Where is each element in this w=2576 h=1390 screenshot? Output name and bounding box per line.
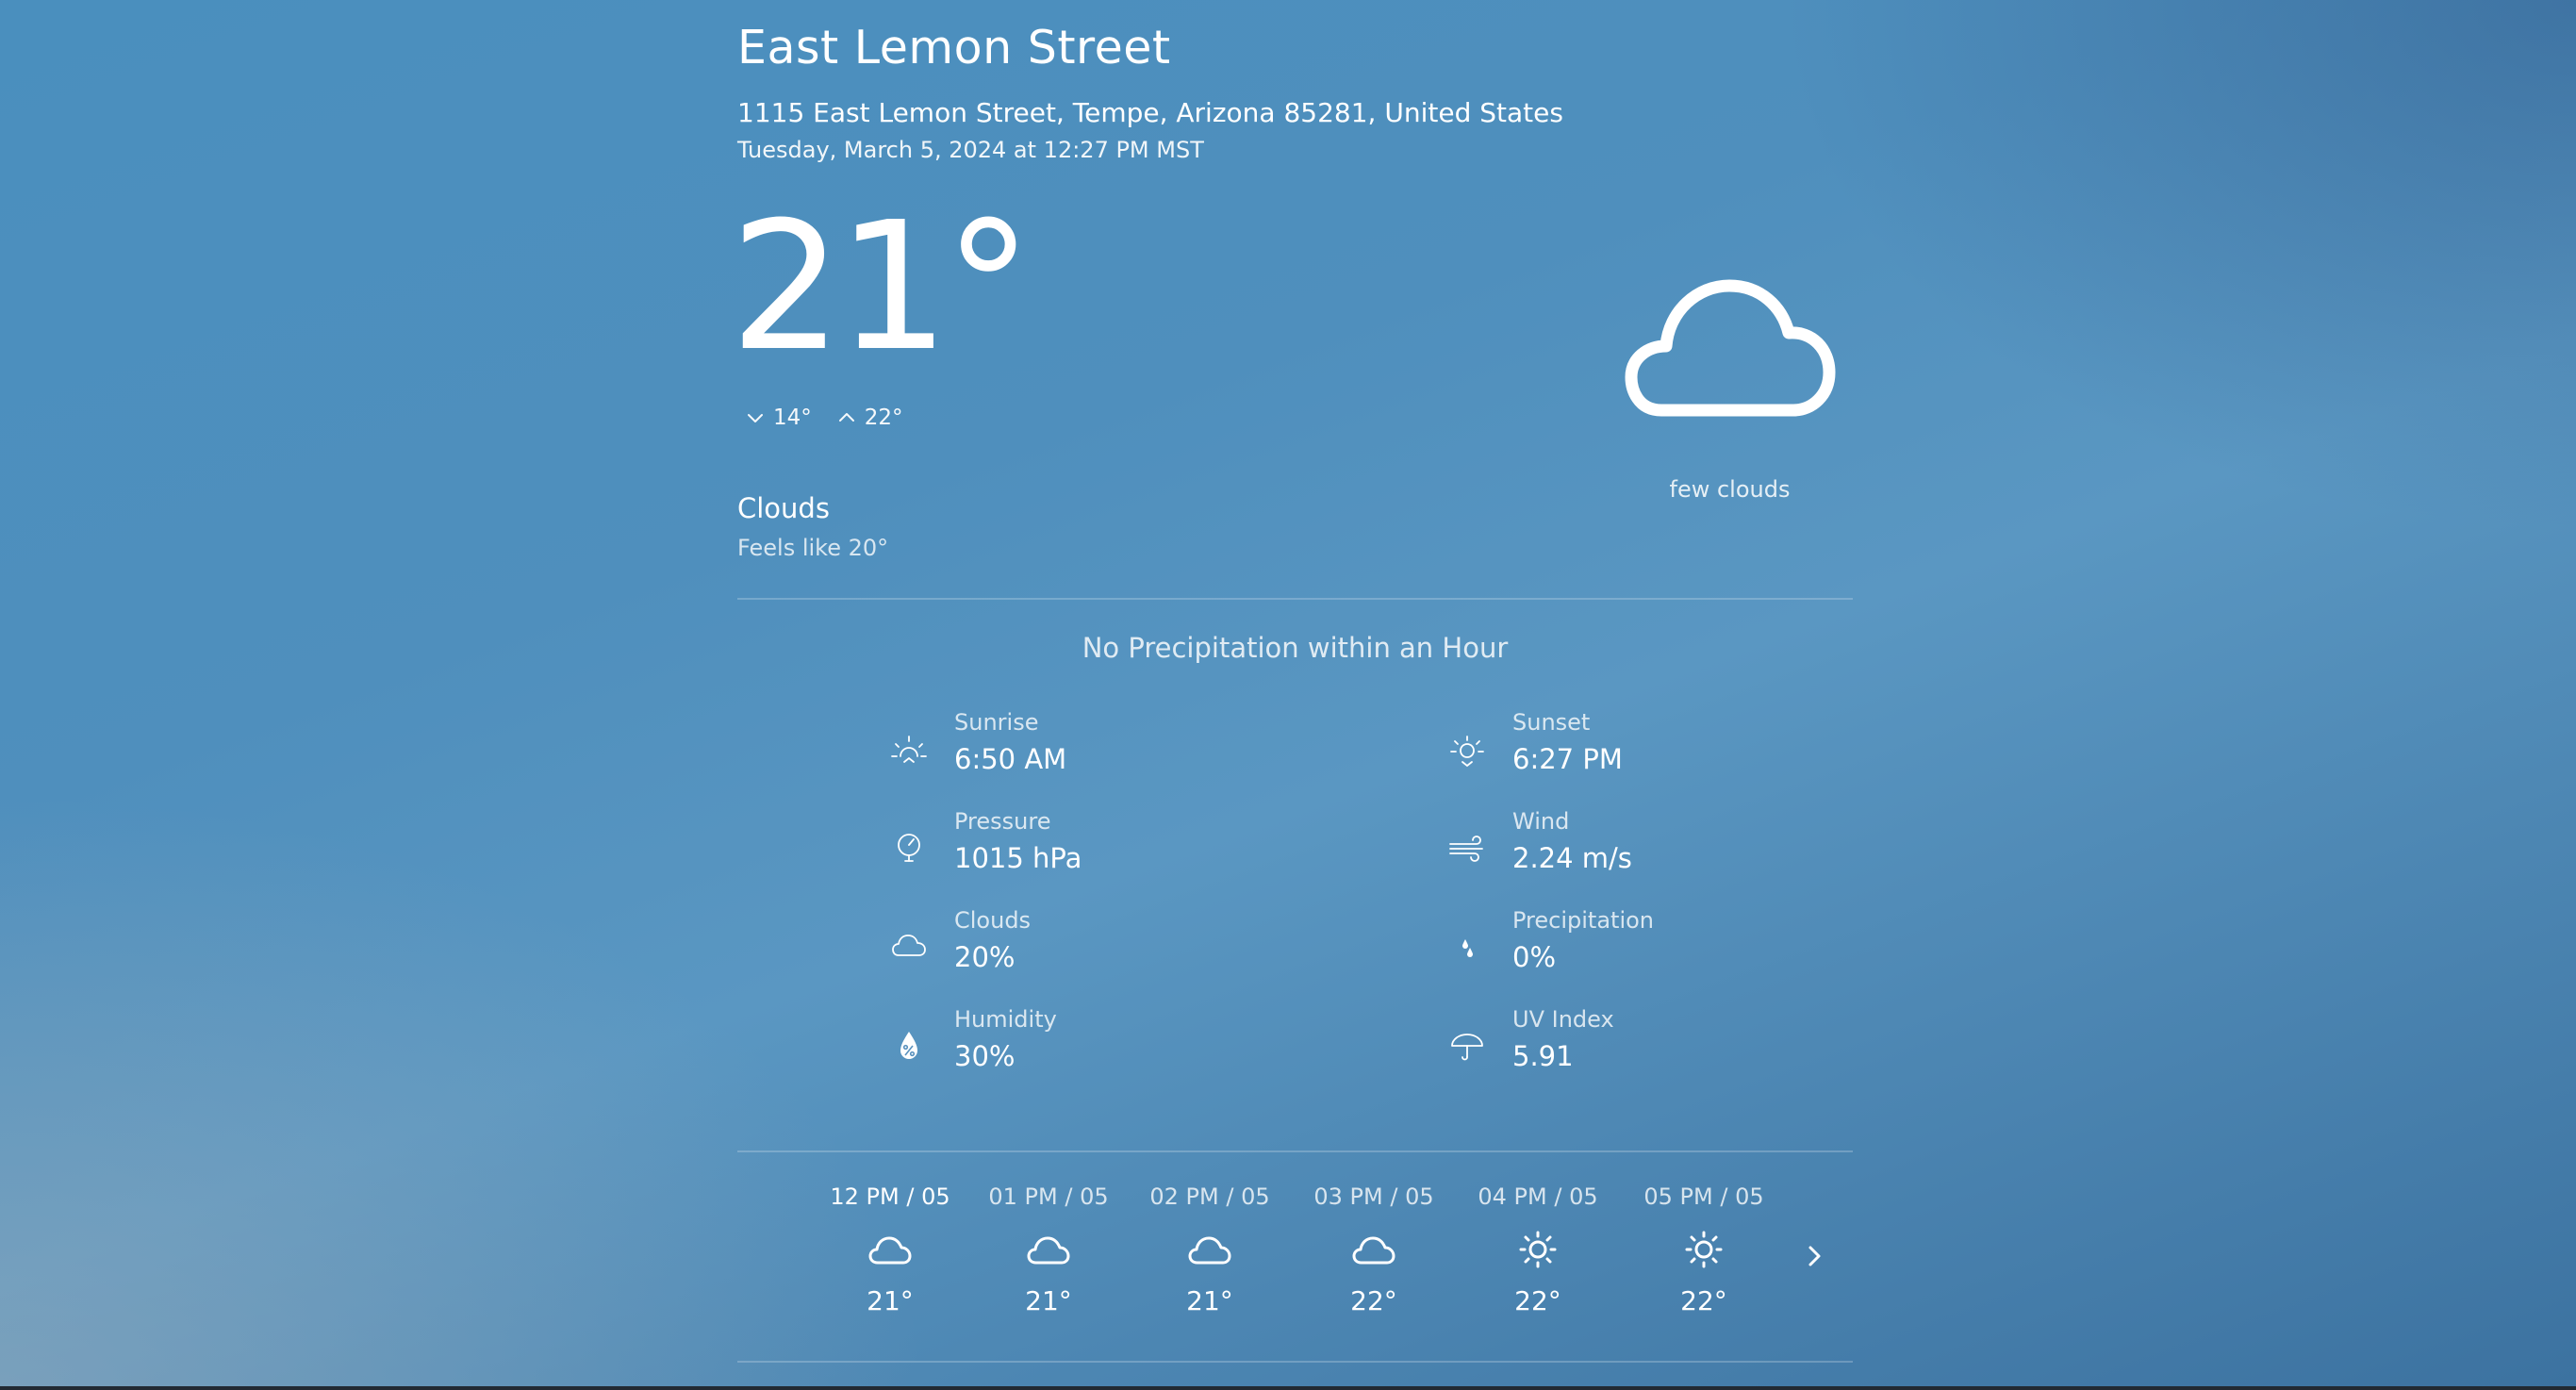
temperature-range: 14° 22° [745, 405, 903, 430]
divider [737, 1361, 1853, 1363]
hourly-temperature: 22° [1680, 1285, 1727, 1316]
detail-value: 2.24 m/s [1512, 842, 1632, 874]
detail-value: 0% [1512, 941, 1557, 973]
sunrise-icon [891, 736, 927, 763]
window-bottom-edge [0, 1386, 2576, 1390]
hourly-temperature: 21° [1186, 1285, 1233, 1316]
cloud-icon [1027, 1236, 1070, 1265]
hourly-item[interactable]: 03 PM / 05 22° [1303, 1183, 1445, 1316]
detail-label: Precipitation [1512, 907, 1655, 934]
sun-icon [1685, 1231, 1723, 1268]
location-address: 1115 East Lemon Street, Tempe, Arizona 8… [737, 97, 1563, 128]
chevron-down-icon [748, 414, 763, 422]
detail-label: Sunrise [954, 709, 1039, 736]
detail-label: Clouds [954, 907, 1032, 934]
hourly-temperature: 22° [1350, 1285, 1397, 1316]
hourly-time: 05 PM / 05 [1643, 1183, 1764, 1210]
hourly-item[interactable]: 12 PM / 05 21° [819, 1183, 961, 1316]
detail-value: 1015 hPa [954, 842, 1082, 874]
divider [737, 598, 1853, 600]
hourly-item[interactable]: 04 PM / 05 22° [1467, 1183, 1609, 1316]
hourly-item[interactable]: 05 PM / 05 22° [1633, 1183, 1775, 1316]
hourly-temperature: 21° [1025, 1285, 1072, 1316]
hourly-time: 01 PM / 05 [988, 1183, 1109, 1210]
hourly-temperature: 21° [867, 1285, 914, 1316]
cloud-icon [868, 1236, 912, 1265]
detail-value: 6:27 PM [1512, 743, 1623, 775]
wind-icon [1449, 836, 1483, 862]
hourly-item[interactable]: 02 PM / 05 21° [1139, 1183, 1280, 1316]
detail-value: 6:50 AM [954, 743, 1067, 775]
feels-like: Feels like 20° [737, 535, 889, 561]
current-datetime: Tuesday, March 5, 2024 at 12:27 PM MST [737, 137, 1204, 163]
hourly-forecast: 12 PM / 05 21° 01 PM / 05 21° 02 PM / 05… [737, 1183, 1853, 1334]
detail-label: Wind [1512, 808, 1570, 835]
cloud-icon [1625, 279, 1836, 417]
raindrops-icon [1462, 939, 1473, 957]
hourly-time: 02 PM / 05 [1149, 1183, 1270, 1210]
hourly-temperature: 22° [1514, 1285, 1561, 1316]
current-temperature: 21° [730, 184, 1032, 390]
divider [737, 1150, 1853, 1152]
detail-label: Humidity [954, 1006, 1057, 1033]
chevron-right-icon[interactable] [1801, 1242, 1829, 1270]
location-title: East Lemon Street [737, 21, 1171, 74]
hourly-time: 12 PM / 05 [830, 1183, 950, 1210]
hourly-item[interactable]: 01 PM / 05 21° [978, 1183, 1119, 1316]
detail-label: Pressure [954, 808, 1051, 835]
detail-label: Sunset [1512, 709, 1591, 736]
cloud-icon [892, 935, 926, 956]
precipitation-note: No Precipitation within an Hour [1082, 632, 1509, 664]
weather-page: East Lemon Street 1115 East Lemon Street… [730, 0, 1853, 1390]
umbrella-icon [1451, 1034, 1483, 1061]
hourly-time: 04 PM / 05 [1478, 1183, 1598, 1210]
high-temperature: 22° [864, 405, 903, 430]
hourly-time: 03 PM / 05 [1313, 1183, 1434, 1210]
cloud-icon [1352, 1236, 1395, 1265]
weather-description: few clouds [1669, 476, 1791, 503]
sun-icon [1519, 1231, 1557, 1268]
detail-value: 30% [954, 1040, 1016, 1072]
sunset-icon [1450, 736, 1484, 768]
condition-main: Clouds [737, 492, 830, 524]
humidity-drop-icon [900, 1032, 917, 1059]
detail-value: 20% [954, 941, 1016, 973]
pressure-gauge-icon [898, 834, 920, 862]
chevron-up-icon [838, 413, 854, 422]
detail-value: 5.91 [1512, 1040, 1574, 1072]
cloud-icon [1188, 1236, 1231, 1265]
low-temperature: 14° [773, 405, 812, 430]
detail-label: UV Index [1512, 1006, 1614, 1033]
